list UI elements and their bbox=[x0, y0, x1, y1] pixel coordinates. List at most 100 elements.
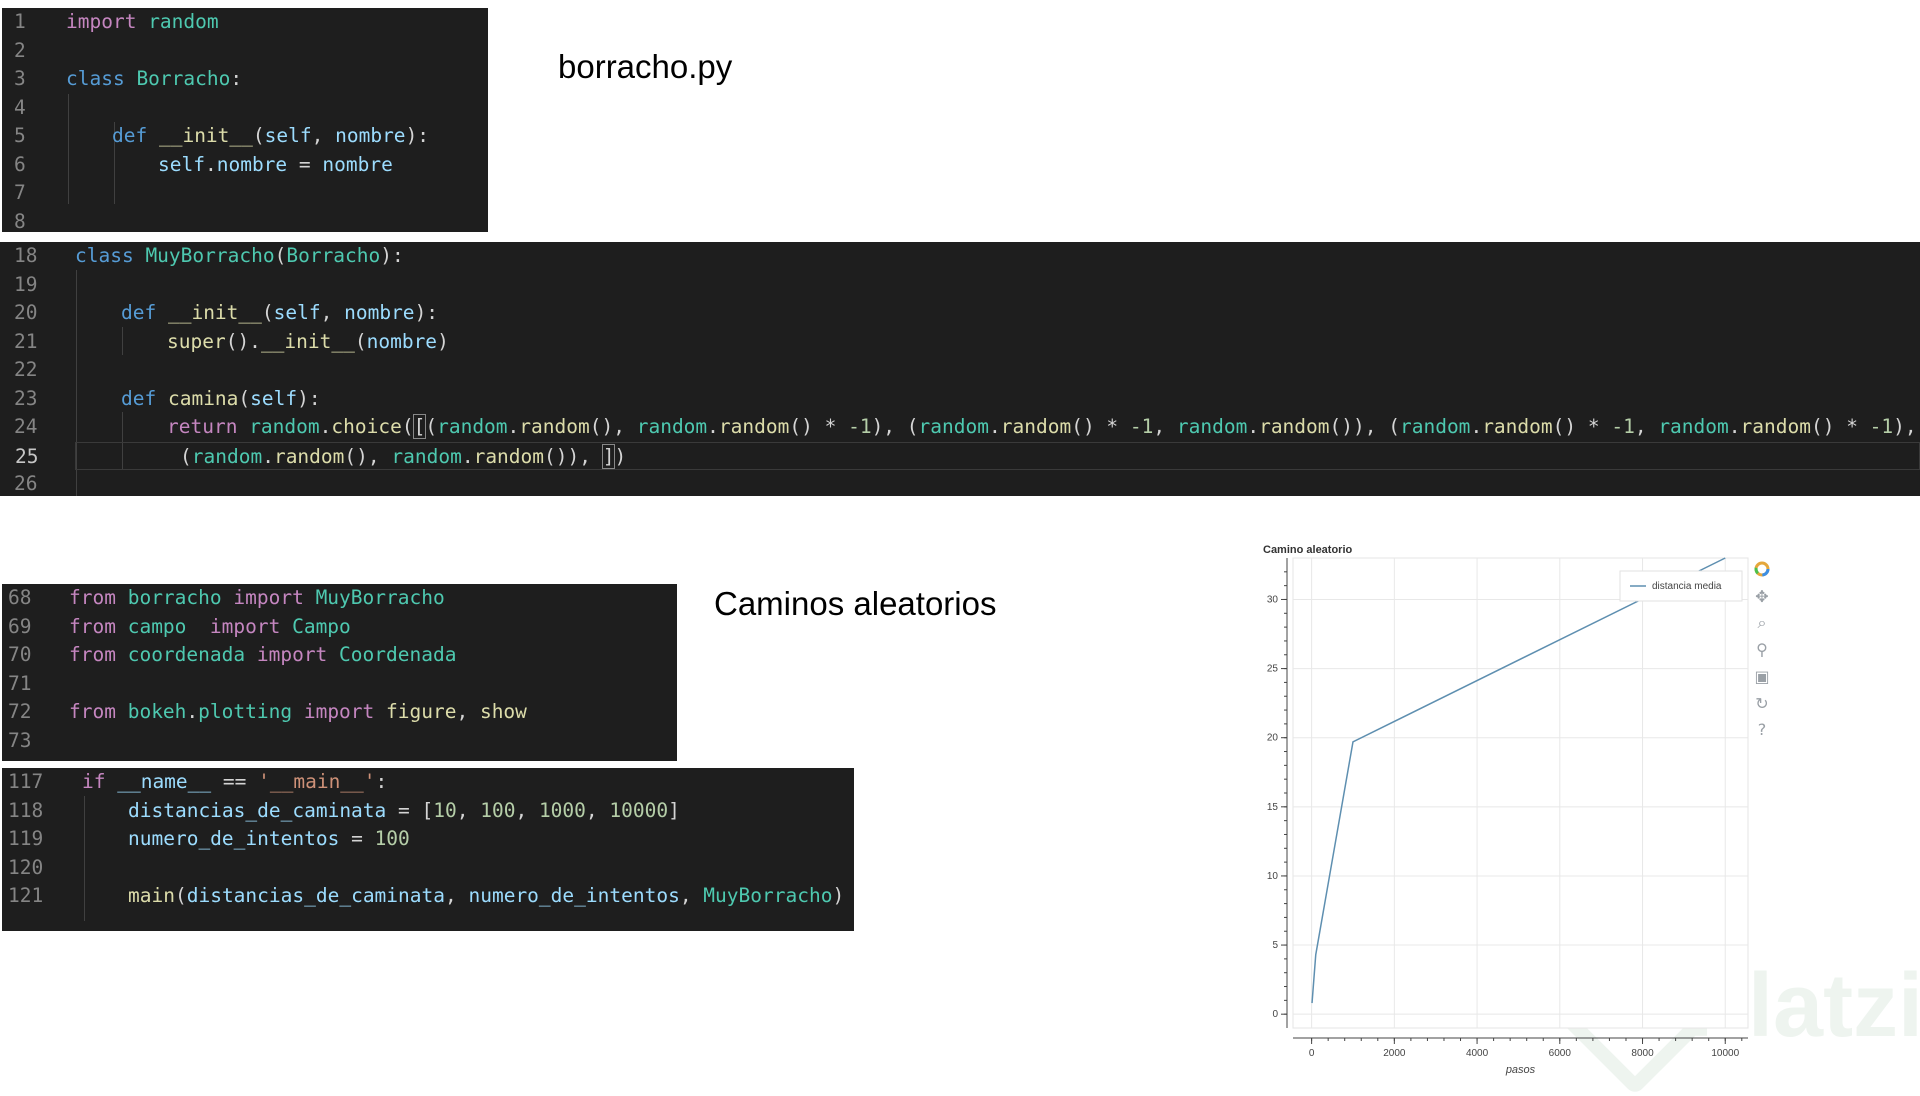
punctuation: , bbox=[445, 884, 469, 907]
matched-bracket: ] bbox=[601, 443, 616, 469]
variable: __name__ bbox=[105, 770, 212, 793]
class-name: Borracho bbox=[286, 244, 381, 267]
code-line: 4 bbox=[2, 94, 488, 123]
code-line: 72 from bokeh.plotting import figure, sh… bbox=[2, 698, 677, 727]
punctuation: , bbox=[515, 798, 539, 822]
punctuation: ): bbox=[414, 301, 439, 324]
code-line: 26 bbox=[0, 470, 1920, 496]
x-tick-label: 0 bbox=[1309, 1048, 1315, 1059]
module-name: random bbox=[391, 444, 462, 468]
punctuation: , bbox=[456, 798, 481, 822]
line-number: 3 bbox=[14, 67, 26, 90]
punctuation: ( bbox=[180, 444, 192, 468]
keyword: from bbox=[69, 643, 116, 666]
y-axis-label: distancia bbox=[1255, 771, 1256, 814]
punctuation: . bbox=[989, 415, 1001, 438]
punctuation: ( bbox=[425, 415, 438, 438]
y-tick-label: 5 bbox=[1272, 940, 1278, 951]
punctuation: ( bbox=[261, 301, 274, 324]
module-name: random bbox=[136, 10, 219, 33]
code-line: 117 if __name__ == '__main__': bbox=[2, 768, 854, 797]
punctuation: . bbox=[507, 415, 520, 438]
number: 10000 bbox=[609, 798, 669, 822]
param: nombre bbox=[366, 329, 438, 353]
x-tick-label: 10000 bbox=[1711, 1048, 1739, 1059]
punctuation: . bbox=[319, 415, 332, 438]
save-icon[interactable]: ▣ bbox=[1752, 667, 1772, 687]
help-icon[interactable]: ? bbox=[1752, 720, 1772, 740]
punctuation: . bbox=[262, 444, 274, 468]
punctuation: , bbox=[311, 124, 336, 147]
function-name: random bbox=[519, 415, 590, 438]
param: self bbox=[273, 301, 321, 324]
line-number: 5 bbox=[14, 124, 26, 147]
param: self bbox=[250, 386, 298, 410]
module-name: bokeh bbox=[115, 700, 187, 723]
line-number: 71 bbox=[8, 671, 32, 695]
line-number: 20 bbox=[14, 301, 38, 324]
code-line: 18 class MuyBorracho(Borracho): bbox=[0, 242, 1920, 271]
function-name: __init__ bbox=[156, 301, 262, 324]
number: -1 bbox=[1129, 415, 1154, 438]
line-number: 24 bbox=[14, 415, 38, 438]
variable: distancias_de_caminata bbox=[128, 798, 387, 822]
wheel-zoom-icon[interactable]: ⚲ bbox=[1752, 640, 1772, 660]
bokeh-logo-icon[interactable] bbox=[1752, 560, 1772, 580]
punctuation: , bbox=[456, 700, 480, 723]
line-number: 18 bbox=[14, 244, 38, 267]
keyword: import bbox=[209, 614, 281, 638]
box-zoom-icon[interactable]: ⌕ bbox=[1752, 613, 1772, 633]
code-line: 73 bbox=[2, 727, 677, 756]
legend-label: distancia media bbox=[1652, 581, 1722, 592]
code-editor-imports: 68 from borracho import MuyBorracho 69 f… bbox=[2, 584, 677, 761]
line-number: 118 bbox=[8, 798, 44, 822]
punctuation: . bbox=[707, 415, 719, 438]
variable: distancias_de_caminata bbox=[186, 884, 445, 907]
code-line: 7 bbox=[2, 179, 488, 208]
function-name: main bbox=[128, 884, 175, 907]
keyword: def bbox=[121, 301, 157, 324]
module-name: random bbox=[1399, 415, 1471, 438]
class-name: Coordenada bbox=[327, 643, 457, 666]
code-line-current: 25 (random.random(), random.random()), ]… bbox=[15, 441, 1920, 470]
matched-bracket: [ bbox=[412, 414, 427, 439]
section-caption: Caminos aleatorios bbox=[714, 585, 997, 622]
line-number: 19 bbox=[14, 272, 38, 296]
variable: numero_de_intentos bbox=[128, 827, 340, 850]
operator: == bbox=[211, 770, 259, 793]
punctuation: . bbox=[1470, 415, 1483, 438]
number: -1 bbox=[1869, 415, 1894, 438]
keyword: if bbox=[82, 770, 106, 793]
operator: () * bbox=[789, 415, 849, 438]
pan-icon[interactable]: ✥ bbox=[1752, 587, 1772, 607]
operator: = [ bbox=[386, 798, 434, 822]
line-number: 117 bbox=[8, 770, 44, 793]
code-line: 120 bbox=[2, 854, 854, 883]
line-number: 2 bbox=[14, 38, 26, 62]
module-name: random bbox=[636, 415, 708, 438]
code-editor-borracho: 1 import random 2 3 class Borracho: 4 5 … bbox=[2, 8, 488, 232]
line-number: 22 bbox=[14, 358, 38, 381]
punctuation: ): bbox=[405, 124, 430, 147]
punctuation: (), bbox=[344, 444, 392, 468]
keyword: from bbox=[69, 586, 116, 609]
operator: () * bbox=[1810, 415, 1870, 438]
code-line: 19 bbox=[0, 271, 1920, 300]
punctuation: ): bbox=[297, 386, 321, 410]
y-tick-label: 30 bbox=[1267, 594, 1279, 605]
code-line: 68 from borracho import MuyBorracho bbox=[2, 584, 677, 613]
code-line: 8 bbox=[2, 208, 488, 233]
keyword: import bbox=[292, 700, 375, 723]
code-line: 2 bbox=[2, 37, 488, 66]
line-number: 121 bbox=[8, 884, 44, 907]
module-name: coordenada bbox=[115, 643, 257, 666]
number: 100 bbox=[480, 798, 516, 822]
x-tick-label: 2000 bbox=[1383, 1048, 1406, 1059]
reset-icon[interactable]: ↻ bbox=[1752, 694, 1772, 714]
punctuation: ( bbox=[252, 124, 265, 147]
bokeh-plot[interactable]: Camino aleatorio 0 2000 4000 6000 8000 10000 0 5… bbox=[1255, 535, 1920, 1080]
param: nombre bbox=[335, 124, 406, 147]
number: -1 bbox=[848, 415, 872, 438]
number: 100 bbox=[374, 827, 410, 850]
punctuation: , bbox=[1634, 415, 1659, 438]
